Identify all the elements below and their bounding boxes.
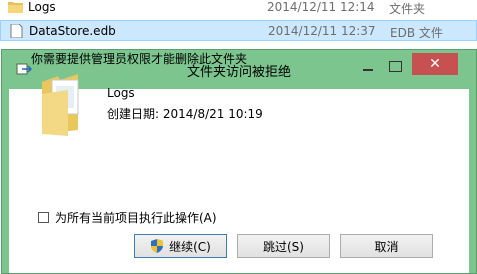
skip-button[interactable]: 跳过(S) bbox=[237, 234, 330, 258]
uac-shield-icon bbox=[151, 239, 164, 253]
checkbox-label: 为所有当前项目执行此操作(A) bbox=[55, 211, 217, 225]
file-name: DataStore.edb bbox=[29, 24, 116, 38]
file-row-datastore[interactable]: DataStore.edb 2014/12/11 12:37 EDB 文件 bbox=[0, 20, 477, 41]
file-type: 文件夹 bbox=[389, 2, 426, 16]
item-created-date: 创建日期: 2014/8/21 10:19 bbox=[107, 107, 263, 121]
folder-icon bbox=[42, 74, 79, 136]
maximize-button[interactable] bbox=[384, 58, 406, 76]
skip-label: 跳过(S) bbox=[263, 239, 304, 254]
file-icon bbox=[10, 24, 23, 38]
item-name: Logs bbox=[107, 86, 135, 100]
continue-label: 继续(C) bbox=[169, 239, 211, 254]
checkbox[interactable] bbox=[38, 212, 49, 223]
dialog-message: 你需要提供管理员权限才能删除此文件夹 bbox=[31, 52, 248, 66]
close-button[interactable]: ✕ bbox=[412, 53, 458, 75]
minimize-button[interactable] bbox=[357, 60, 379, 76]
file-type: EDB 文件 bbox=[390, 26, 443, 40]
cancel-label: 取消 bbox=[374, 239, 399, 254]
file-row-logs[interactable]: Logs 2014/12/11 12:14 文件夹 bbox=[0, 0, 477, 18]
file-date: 2014/12/11 12:14 bbox=[267, 0, 375, 14]
apply-to-all-checkbox[interactable]: 为所有当前项目执行此操作(A) bbox=[38, 209, 217, 226]
file-name: Logs bbox=[28, 0, 56, 14]
file-date: 2014/12/11 12:37 bbox=[268, 24, 376, 38]
continue-button[interactable]: 继续(C) bbox=[134, 234, 227, 258]
cancel-button[interactable]: 取消 bbox=[340, 234, 433, 258]
folder-icon bbox=[8, 2, 23, 13]
close-icon: ✕ bbox=[429, 56, 441, 72]
